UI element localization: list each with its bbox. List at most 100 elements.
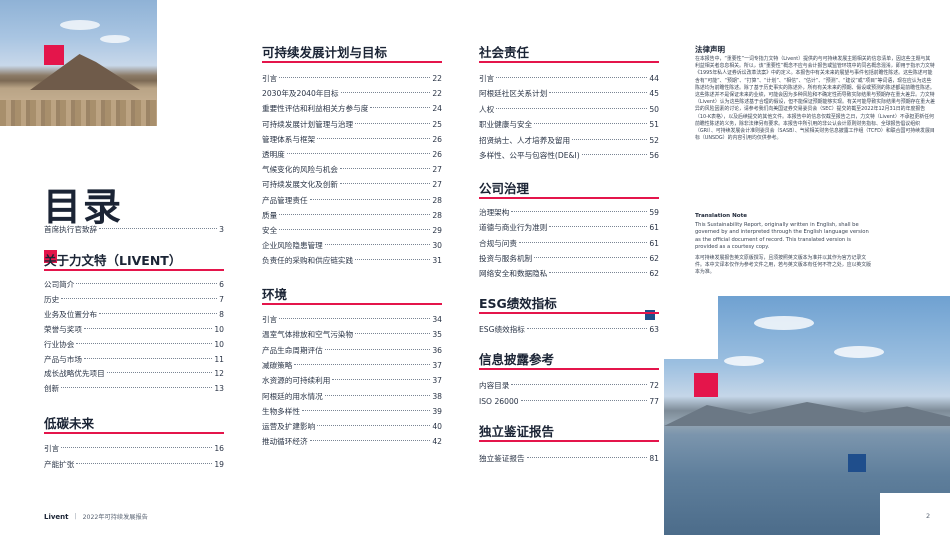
section-heading-environment: 环境 <box>262 287 288 302</box>
dot-leader <box>309 440 431 442</box>
toc-entry[interactable]: 内容目录 72 <box>479 380 659 392</box>
dot-leader <box>286 153 431 154</box>
dot-leader <box>76 283 218 284</box>
toc-entry[interactable]: 创新 13 <box>44 383 224 395</box>
dot-leader <box>99 312 218 314</box>
toc-entry-label: 负责任的采购和供应链实践 <box>262 256 354 266</box>
toc-entry-label: ESG绩效指标 <box>479 325 525 334</box>
toc-entry[interactable]: 产能扩张 19 <box>44 459 224 471</box>
toc-entry[interactable]: 重要性评估和利益相关方参与度 24 <box>262 103 442 115</box>
toc-entry-label: ISO 26000 <box>479 397 519 406</box>
toc-entry-page: 12 <box>214 369 224 379</box>
dot-leader <box>106 372 213 374</box>
toc-entry[interactable]: 引言 22 <box>262 73 442 85</box>
toc-entry[interactable]: 运营及扩建影响 40 <box>262 421 442 433</box>
toc-entry-label: 2030年及2040年目标 <box>262 89 339 99</box>
toc-entry[interactable]: 成长战略优先项目 12 <box>44 368 224 380</box>
toc-entry[interactable]: 阿根廷的用水情况 38 <box>262 391 442 403</box>
toc-entry[interactable]: 荣誉与奖项 10 <box>44 324 224 336</box>
toc-entry-page: 63 <box>649 325 659 334</box>
toc-entry-label: 重要性评估和利益相关方参与度 <box>262 104 369 114</box>
toc-entry[interactable]: 合规与问责 61 <box>479 238 659 250</box>
toc-entry[interactable]: 负责任的采购和供应链实践 31 <box>262 255 442 267</box>
toc-entry[interactable]: 推动循环经济 42 <box>262 436 442 448</box>
toc-entry[interactable]: ESG绩效指标 63 <box>479 324 659 336</box>
section-heading-about: 关于力文特（LIVENT） <box>44 253 182 268</box>
toc-entry[interactable]: 多样性、公平与包容性(DE&I) 56 <box>479 150 659 162</box>
dot-leader <box>518 241 648 243</box>
toc-entry[interactable]: 引言 16 <box>44 443 224 455</box>
toc-entry[interactable]: 独立鉴证报告 81 <box>479 453 659 465</box>
toc-entry-page: 26 <box>432 150 442 159</box>
dot-leader <box>279 77 431 78</box>
toc-entry-label: 投资与服务机制 <box>479 253 533 263</box>
section-divider <box>479 197 659 199</box>
toc-entry-ceo-letter[interactable]: 首席执行官致辞 3 <box>44 224 224 236</box>
toc-entry[interactable]: 减碳策略 37 <box>262 360 442 372</box>
toc-entry[interactable]: 治理架构 59 <box>479 207 659 219</box>
toc-entry-page: 35 <box>432 330 442 340</box>
section-divider <box>479 61 659 63</box>
section-divider <box>479 440 659 442</box>
dot-leader <box>339 168 431 170</box>
toc-entry[interactable]: 职业健康与安全 51 <box>479 119 659 131</box>
toc-entry[interactable]: 生物多样性 39 <box>262 406 442 418</box>
toc-entry[interactable]: 质量 28 <box>262 210 442 222</box>
toc-entry-label: 安全 <box>262 226 278 235</box>
toc-entry[interactable]: 业务及位置分布 8 <box>44 309 224 321</box>
toc-entry[interactable]: ISO 26000 77 <box>479 396 659 408</box>
toc-entry[interactable]: 引言 34 <box>262 314 442 326</box>
toc-entry[interactable]: 温室气体排放和空气污染物 35 <box>262 329 442 341</box>
toc-entry-page: 19 <box>214 459 224 469</box>
toc-entry[interactable]: 企业风险隐患管理 30 <box>262 240 442 252</box>
toc-entry-page: 62 <box>649 253 659 263</box>
toc-entry[interactable]: 产品管理责任 28 <box>262 195 442 207</box>
dot-leader <box>324 394 431 396</box>
toc-entry-page: 28 <box>432 210 442 220</box>
page-number: 2 <box>926 512 931 520</box>
toc-entry-label: 企业风险隐患管理 <box>262 241 323 251</box>
toc-entry[interactable]: 2030年及2040年目标 22 <box>262 88 442 100</box>
toc-entry-label: 网络安全和数据隐私 <box>479 269 548 279</box>
toc-entry[interactable]: 管理体系与框架 26 <box>262 134 442 146</box>
toc-entry[interactable]: 水资源的可持续利用 37 <box>262 375 442 387</box>
toc-entry[interactable]: 道德与商业行为准则 61 <box>479 222 659 234</box>
toc-entry-page: 72 <box>649 381 659 390</box>
toc-entry-page: 24 <box>432 104 442 114</box>
toc-entry[interactable]: 安全 29 <box>262 225 442 237</box>
toc-entry[interactable]: 产品与市场 11 <box>44 354 224 366</box>
toc-entry-page: 52 <box>649 135 659 145</box>
toc-entry-page: 62 <box>649 269 659 279</box>
toc-entry[interactable]: 可持续发展文化及创新 27 <box>262 179 442 191</box>
toc-entry-label: 职业健康与安全 <box>479 120 533 130</box>
toc-entry[interactable]: 投资与服务机制 62 <box>479 253 659 265</box>
accent-square <box>44 45 64 65</box>
toc-entry-label: 道德与商业行为准则 <box>479 223 548 233</box>
toc-entry-label: 合规与问责 <box>479 238 517 248</box>
toc-entry-page: 61 <box>649 223 659 233</box>
section-divider <box>262 61 442 63</box>
toc-entry[interactable]: 行业协会 10 <box>44 339 224 351</box>
toc-entry[interactable]: 招贤纳士、人才培养及留用 52 <box>479 135 659 147</box>
toc-entry-page: 28 <box>432 195 442 205</box>
toc-entry[interactable]: 历史 7 <box>44 294 224 306</box>
toc-entry[interactable]: 引言 44 <box>479 73 659 85</box>
dot-leader <box>572 138 648 140</box>
toc-entry-label: 业务及位置分布 <box>44 309 98 319</box>
toc-entry-page: 27 <box>432 180 442 190</box>
toc-entry[interactable]: 产品生命周期评估 36 <box>262 345 442 357</box>
toc-entry[interactable]: 人权 50 <box>479 104 659 116</box>
toc-entry[interactable]: 气候变化的风险与机会 27 <box>262 164 442 176</box>
dot-leader <box>83 357 213 359</box>
dot-leader <box>511 384 648 385</box>
toc-entry[interactable]: 透明度 26 <box>262 149 442 161</box>
toc-entry-page: 56 <box>649 151 659 160</box>
page-title: 目录 <box>43 185 124 229</box>
toc-entry-page: 44 <box>649 74 659 83</box>
toc-entry-page: 61 <box>649 238 659 248</box>
toc-entry[interactable]: 可持续发展计划管理与治理 25 <box>262 119 442 131</box>
toc-entry[interactable]: 公司简介 6 <box>44 279 224 291</box>
toc-entry-label: 引言 <box>479 74 495 83</box>
toc-entry[interactable]: 网络安全和数据隐私 62 <box>479 268 659 280</box>
toc-entry[interactable]: 阿根廷社区关系计划 45 <box>479 88 659 100</box>
